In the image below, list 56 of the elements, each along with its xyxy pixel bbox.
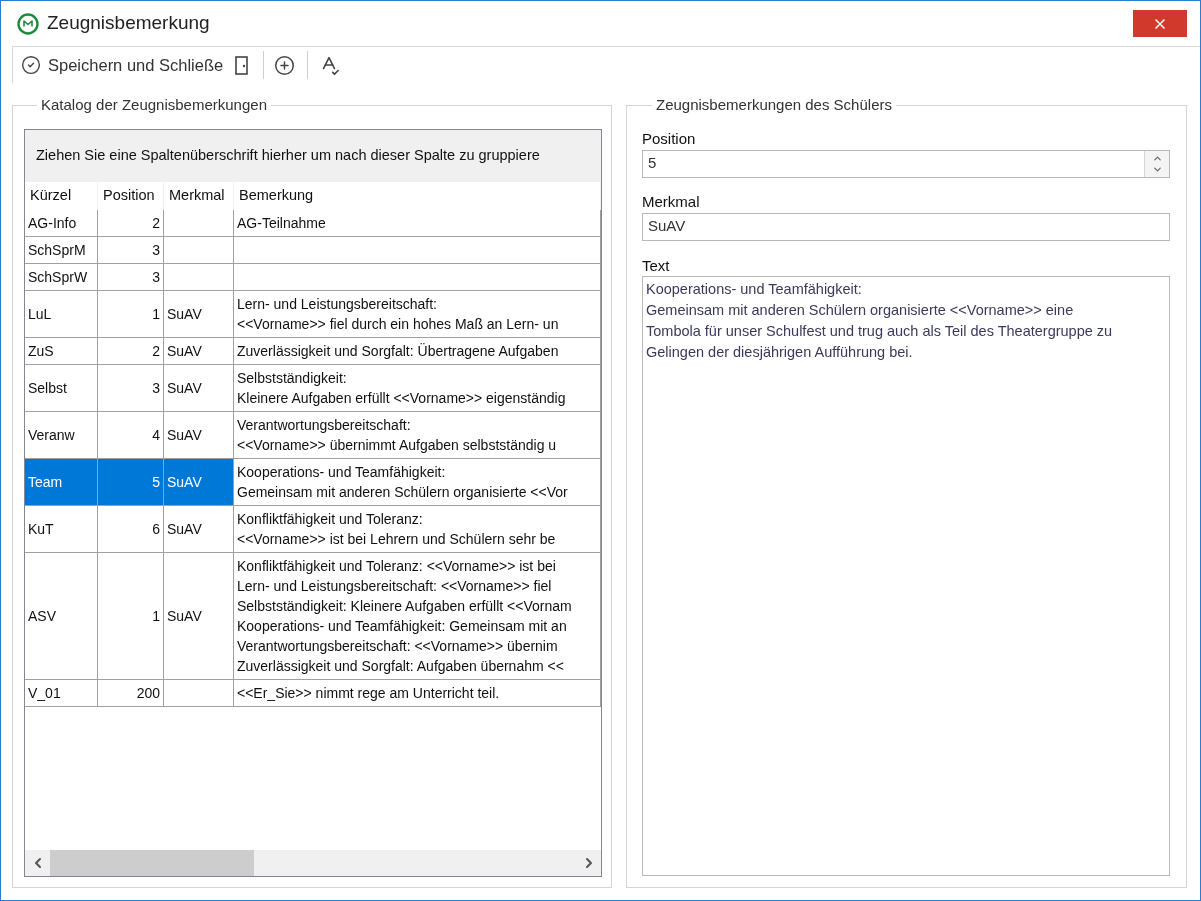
table-cell: Zuverlässigkeit und Sorgfalt: Übertragene Aufgaben	[234, 337, 601, 365]
table-cell: SuAV	[164, 411, 234, 459]
table-cell: 1	[98, 290, 164, 338]
close-button[interactable]	[1133, 10, 1187, 37]
table-cell: Selbst	[25, 364, 98, 412]
group-panel: Ziehen Sie eine Spaltenüberschrift hierher um nach dieser Spalte zu gruppiere	[25, 129, 601, 182]
position-field[interactable]: 5	[643, 150, 1144, 177]
table-cell: SuAV	[164, 552, 234, 680]
table-cell: V_01	[25, 679, 98, 707]
table-cell: Verantwortungsbereitschaft: <<Vorname>> übernimmt Aufgaben selbstständig u	[234, 411, 601, 459]
table-cell: 3	[98, 263, 164, 291]
table-cell: <<Er_Sie>> nimmt rege am Unterricht teil.	[234, 679, 601, 707]
table-cell: SchSprM	[25, 236, 98, 264]
group-title: Katalog der Zeugnisbemerkungen	[40, 95, 268, 115]
door-icon	[235, 55, 249, 75]
table-cell: AG-Info	[25, 209, 98, 237]
field-label: Text	[642, 255, 671, 276]
spin-button[interactable]	[1144, 150, 1169, 177]
table-cell: Kooperations- und Teamfähigkeit: Gemeinsam mit anderen Schülern organisierte <<Vor	[234, 458, 601, 506]
table-cell: 2	[98, 209, 164, 237]
table-cell: Lern- und Leistungsbereitschaft: <<Vorname>> fiel durch ein hohes Maß an Lern- un	[234, 290, 601, 338]
field-label: Merkmal	[642, 191, 701, 212]
table-cell: LuL	[25, 290, 98, 338]
table-cell: ASV	[25, 552, 98, 680]
table-cell: 1	[98, 552, 164, 680]
check-circle-icon	[21, 55, 41, 75]
window-title: Zeugnisbemerkung	[47, 11, 210, 36]
table-cell: AG-Teilnahme	[234, 209, 601, 237]
merkmal-field[interactable]: SuAV	[642, 212, 1170, 241]
table-cell: Team	[25, 458, 98, 506]
table-cell: 4	[98, 411, 164, 459]
table-cell: SchSprW	[25, 263, 98, 291]
table-cell: 6	[98, 505, 164, 553]
table-cell: ZuS	[25, 337, 98, 365]
table-cell: SuAV	[164, 458, 234, 506]
app-logo-icon	[17, 12, 39, 35]
table-cell: Konfliktfähigkeit und Toleranz: <<Vorname>> ist bei Lern- und Leistungsbereitschaft: <<Vorname>> fiel Selbstständigkeit: Kleinere Aufgaben erfüllt <<Vornam Kooperations- und Teamfähigkeit: Gemeinsam mit an Verantwortungsbereitschaft: <<Vorname>> übernim Zuverlässigkeit und Sorgfalt: Aufgaben übernahm <<	[234, 552, 601, 680]
table-cell: 3	[98, 364, 164, 412]
scrollbar-thumb[interactable]	[50, 850, 254, 876]
table-cell: Konfliktfähigkeit und Toleranz: <<Vorname>> ist bei Lehrern und Schülern sehr be	[234, 505, 601, 553]
table-cell: 2	[98, 337, 164, 365]
save-and-close-button[interactable]: Speichern und Schließe	[19, 50, 226, 80]
table-cell: SuAV	[164, 337, 234, 365]
table-cell: SuAV	[164, 290, 234, 338]
table-cell: Selbstständigkeit: Kleinere Aufgaben erfüllt <<Vorname>> eigenständig	[234, 364, 601, 412]
table-cell: SuAV	[164, 364, 234, 412]
table-cell: 5	[98, 458, 164, 506]
table-cell: 3	[98, 236, 164, 264]
table-cell: Veranw	[25, 411, 98, 459]
group-title: Zeugnisbemerkungen des Schülers	[655, 95, 893, 115]
text-area[interactable]: Kooperations- und Teamfähigkeit: Gemeinsam mit anderen Schülern organisierte <<Vorname>> eine Tombola für unser Schulfest und trug auch als Teil des Theatergruppe zu Gelingen der diesjährigen Aufführung bei.	[642, 275, 1170, 876]
table-cell: KuT	[25, 505, 98, 553]
table-cell: SuAV	[164, 505, 234, 553]
table-cell: 200	[98, 679, 164, 707]
plus-circle-icon	[274, 54, 296, 76]
field-label: Position	[642, 128, 697, 149]
